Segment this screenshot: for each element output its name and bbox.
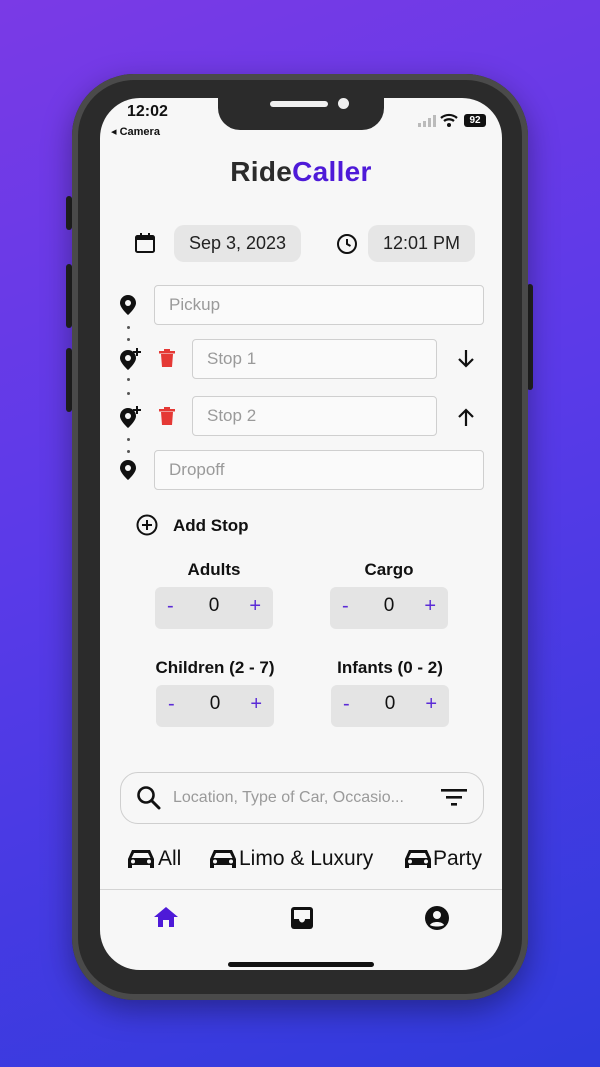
front-camera (338, 98, 349, 109)
category-all[interactable]: All (127, 846, 207, 874)
car-icon (405, 850, 431, 868)
date-value: Sep 3, 2023 (188, 233, 287, 253)
stop-2-input[interactable]: Stop 2 (192, 396, 437, 436)
stop-location-add-icon (120, 406, 141, 428)
route-dot (127, 378, 130, 381)
stop-1-placeholder: Stop 1 (207, 349, 257, 368)
dropoff-location-icon (120, 460, 136, 480)
notch (218, 98, 384, 130)
cargo-stepper[interactable]: - 0 + (330, 587, 448, 629)
back-to-camera-link[interactable]: ◂ Camera (111, 125, 160, 138)
wifi-icon (440, 113, 458, 127)
category-limo-luxury[interactable]: Limo & Luxury (209, 846, 379, 874)
app-title-part1: Ride (230, 156, 293, 187)
adults-increment[interactable]: + (249, 595, 261, 618)
speaker (270, 101, 328, 107)
stop-1-input[interactable]: Stop 1 (192, 339, 437, 379)
route-dot (127, 326, 130, 329)
children-label: Children (2 - 7) (155, 658, 275, 677)
dropoff-input[interactable]: Dropoff (154, 450, 484, 490)
add-circle-icon (136, 514, 158, 536)
time-value: 12:01 PM (382, 233, 461, 253)
stop-2-placeholder: Stop 2 (207, 406, 257, 425)
children-increment[interactable]: + (250, 693, 262, 716)
tabbar-divider (100, 889, 502, 890)
filter-icon[interactable] (441, 789, 467, 807)
status-time: 12:02 (127, 103, 168, 120)
adults-stepper[interactable]: - 0 + (155, 587, 273, 629)
route-dot (127, 438, 130, 441)
car-icon (128, 850, 154, 868)
add-stop-button[interactable]: Add Stop (136, 514, 276, 538)
pickup-input[interactable]: Pickup (154, 285, 484, 325)
add-stop-label: Add Stop (173, 516, 249, 535)
calendar-icon (135, 233, 155, 253)
route-dot (127, 392, 130, 395)
battery-indicator: 92 (464, 114, 486, 127)
category-label: Party (433, 847, 483, 870)
app-title: RideCaller (100, 156, 502, 188)
route-dot (127, 450, 130, 453)
clock-icon (337, 234, 357, 254)
dropoff-placeholder: Dropoff (169, 460, 225, 479)
infants-label: Infants (0 - 2) (337, 658, 443, 677)
home-indicator (228, 962, 374, 967)
pickup-location-icon (120, 295, 136, 315)
search-icon (137, 786, 161, 810)
children-stepper[interactable]: - 0 + (156, 685, 274, 727)
search-bar[interactable]: Location, Type of Car, Occasio... (120, 772, 484, 824)
inbox-tab-icon[interactable] (290, 906, 314, 930)
app-title-part2: Caller (292, 156, 372, 187)
trash-icon[interactable] (159, 349, 175, 367)
adults-label: Adults (187, 560, 241, 579)
cargo-label: Cargo (364, 560, 414, 579)
pickup-placeholder: Pickup (169, 295, 221, 314)
profile-tab-icon[interactable] (424, 905, 450, 931)
home-tab-icon[interactable] (153, 906, 179, 928)
stop-location-add-icon (120, 348, 141, 370)
cellular-signal-icon (418, 115, 436, 127)
search-placeholder: Location, Type of Car, Occasio... (173, 789, 404, 806)
arrow-down-icon[interactable] (457, 349, 475, 369)
route-dot (127, 338, 130, 341)
category-label: All (158, 847, 182, 870)
car-icon (210, 850, 236, 868)
category-party[interactable]: Party (404, 846, 494, 874)
date-picker[interactable]: Sep 3, 2023 (174, 225, 301, 262)
arrow-up-icon[interactable] (457, 407, 475, 427)
infants-increment[interactable]: + (425, 693, 437, 716)
cargo-increment[interactable]: + (424, 595, 436, 618)
time-picker[interactable]: 12:01 PM (368, 225, 475, 262)
trash-icon[interactable] (159, 407, 175, 425)
infants-stepper[interactable]: - 0 + (331, 685, 449, 727)
category-label: Limo & Luxury (239, 847, 374, 870)
phone-screen: 12:02 ◂ Camera 92 RideCaller Sep 3, 2023… (100, 98, 502, 970)
